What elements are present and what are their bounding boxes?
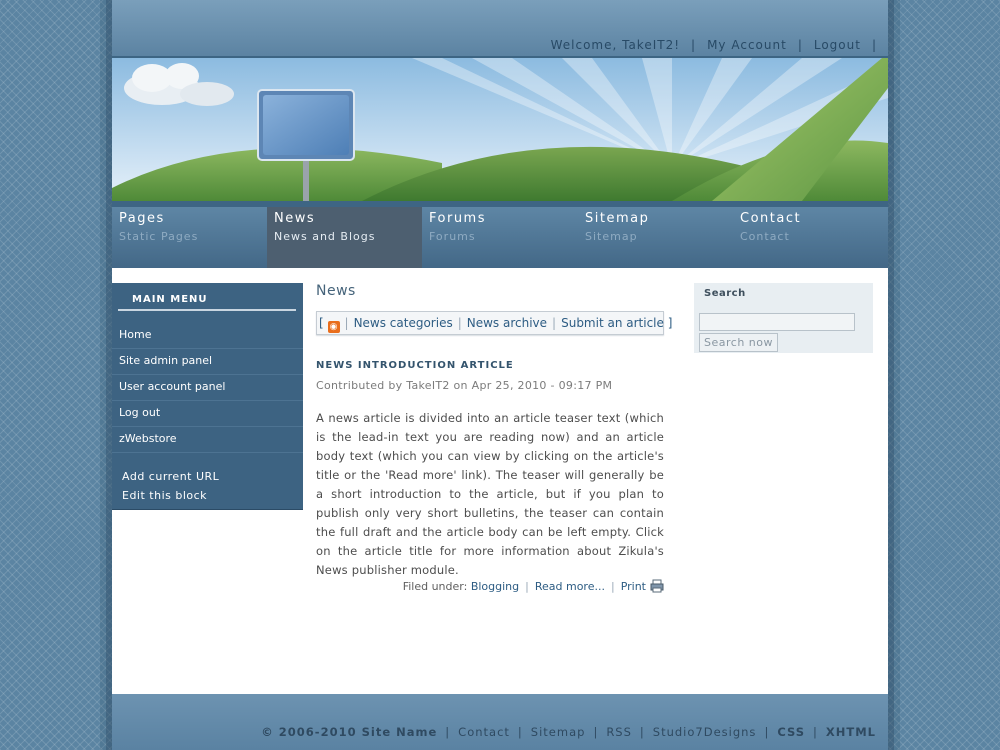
user-nav-separator: | bbox=[871, 38, 877, 52]
search-input[interactable] bbox=[699, 313, 855, 331]
toolbar-separator: | bbox=[344, 316, 349, 330]
news-archive-link[interactable]: News archive bbox=[467, 316, 547, 330]
footer-contact-link[interactable]: Contact bbox=[458, 725, 510, 739]
nav-title: Forums bbox=[429, 211, 486, 226]
footer-separator: | bbox=[764, 725, 770, 739]
footer-studio7-link[interactable]: Studio7Designs bbox=[653, 725, 757, 739]
footer-links: © 2006-2010 Site Name | Contact | Sitemap | RS… bbox=[261, 725, 876, 739]
search-button[interactable]: Search now bbox=[699, 333, 778, 352]
article-title[interactable]: NEWS INTRODUCTION ARTICLE bbox=[316, 360, 514, 371]
footer-separator: | bbox=[639, 725, 645, 739]
nav-item-contact[interactable]: Contact Contact bbox=[733, 207, 888, 268]
top-bar: Welcome, TakeIT2! | My Account | Logout | bbox=[112, 0, 888, 58]
footer-xhtml-link[interactable]: XHTML bbox=[826, 725, 876, 739]
main-nav: Pages Static Pages News News and Blogs F… bbox=[112, 201, 888, 268]
article-footer: Filed under: Blogging | Read more... | Print bbox=[403, 579, 664, 593]
print-link[interactable]: Print bbox=[621, 580, 646, 593]
toolbar-separator: | bbox=[552, 316, 557, 330]
nav-subtitle: News and Blogs bbox=[274, 230, 376, 243]
nav-title: Sitemap bbox=[585, 211, 650, 226]
nav-subtitle: Contact bbox=[740, 230, 790, 243]
article-body: A news article is divided into an articl… bbox=[316, 411, 664, 577]
menu-item-home[interactable]: Home bbox=[112, 323, 303, 349]
category-link[interactable]: Blogging bbox=[471, 580, 519, 593]
main-menu-heading: MAIN MENU bbox=[132, 294, 208, 305]
nav-item-sitemap[interactable]: Sitemap Sitemap bbox=[578, 207, 733, 268]
news-toolbar: [ ◉ | News categories | News archive | Submit … bbox=[316, 311, 672, 335]
footer: © 2006-2010 Site Name | Contact | Sitemap | RS… bbox=[112, 694, 888, 750]
footer-separator: | bbox=[610, 580, 615, 593]
welcome-link[interactable]: Welcome, TakeIT2! bbox=[551, 38, 680, 52]
footer-css-link[interactable]: CSS bbox=[777, 725, 805, 739]
footer-separator: | bbox=[813, 725, 818, 739]
nav-title: Pages bbox=[119, 211, 165, 226]
footer-separator: | bbox=[517, 725, 523, 739]
search-block: Search Search now bbox=[694, 283, 873, 353]
footer-sitemap-link[interactable]: Sitemap bbox=[531, 725, 586, 739]
nav-subtitle: Sitemap bbox=[585, 230, 638, 243]
nav-subtitle: Forums bbox=[429, 230, 476, 243]
logout-link[interactable]: Logout bbox=[814, 38, 861, 52]
my-account-link[interactable]: My Account bbox=[707, 38, 787, 52]
printer-icon[interactable] bbox=[650, 579, 664, 593]
nav-title: Contact bbox=[740, 211, 802, 226]
nav-item-pages[interactable]: Pages Static Pages bbox=[112, 207, 267, 268]
divider bbox=[118, 309, 296, 311]
article-meta: Contributed by TakeIT2 on Apr 25, 2010 -… bbox=[316, 379, 613, 392]
page-wrapper: Welcome, TakeIT2! | My Account | Logout | bbox=[112, 0, 888, 750]
bracket-open: [ bbox=[319, 316, 324, 330]
news-categories-link[interactable]: News categories bbox=[354, 316, 453, 330]
nav-title: News bbox=[274, 211, 316, 226]
edit-block-link[interactable]: Edit this block bbox=[122, 486, 219, 505]
user-nav: Welcome, TakeIT2! | My Account | Logout | bbox=[551, 38, 888, 52]
main-menu-block: MAIN MENU Home Site admin panel User acc… bbox=[112, 283, 303, 510]
footer-separator: | bbox=[445, 725, 451, 739]
nav-item-forums[interactable]: Forums Forums bbox=[422, 207, 577, 268]
main-content: News [ ◉ | News categories | News archive | Su… bbox=[316, 283, 672, 593]
copyright-text: © 2006-2010 Site Name bbox=[261, 725, 438, 739]
user-nav-separator: | bbox=[691, 38, 697, 52]
add-current-url-link[interactable]: Add current URL bbox=[122, 467, 219, 486]
page-title: News bbox=[316, 283, 356, 299]
menu-item-site-admin[interactable]: Site admin panel bbox=[112, 349, 303, 375]
footer-rss-link[interactable]: RSS bbox=[606, 725, 632, 739]
user-nav-separator: | bbox=[797, 38, 803, 52]
footer-separator: | bbox=[593, 725, 599, 739]
rss-icon[interactable]: ◉ bbox=[327, 321, 340, 333]
nav-subtitle: Static Pages bbox=[119, 230, 199, 243]
submit-article-link[interactable]: Submit an article bbox=[561, 316, 664, 330]
search-label: Search bbox=[704, 288, 746, 299]
menu-item-user-account[interactable]: User account panel bbox=[112, 375, 303, 401]
menu-item-zwebstore[interactable]: zWebstore bbox=[112, 427, 303, 453]
read-more-link[interactable]: Read more... bbox=[535, 580, 605, 593]
footer-separator: | bbox=[525, 580, 529, 593]
filed-under-label: Filed under: bbox=[402, 580, 468, 593]
nav-item-news[interactable]: News News and Blogs bbox=[267, 207, 422, 268]
toolbar-separator: | bbox=[457, 316, 462, 330]
main-menu-list: Home Site admin panel User account panel… bbox=[112, 323, 303, 453]
header-banner bbox=[112, 58, 888, 201]
banner-illustration bbox=[112, 58, 888, 201]
menu-item-log-out[interactable]: Log out bbox=[112, 401, 303, 427]
menu-extra-links: Add current URL Edit this block bbox=[122, 467, 219, 505]
bracket-close: ] bbox=[667, 316, 673, 330]
